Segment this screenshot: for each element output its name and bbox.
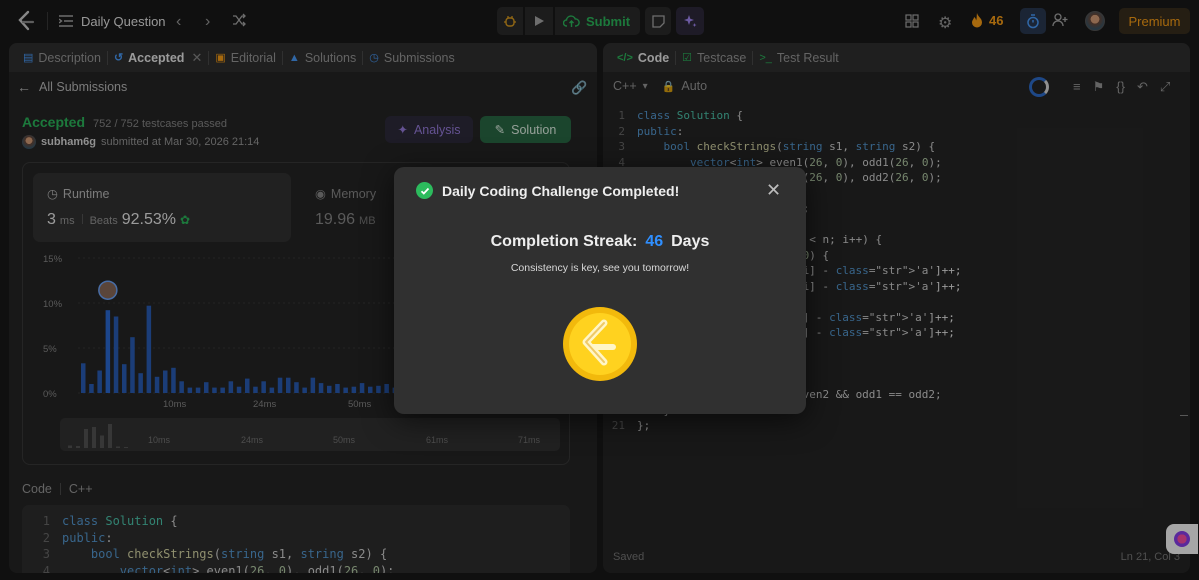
check-circle-icon xyxy=(416,182,433,199)
streak-unit: Days xyxy=(671,233,710,250)
streak-line: Completion Streak: 46 Days xyxy=(394,233,806,251)
challenge-complete-modal: Daily Coding Challenge Completed! ✕ Comp… xyxy=(394,167,806,414)
gold-coin-icon xyxy=(562,306,638,382)
streak-value: 46 xyxy=(645,233,664,250)
streak-label: Completion Streak: xyxy=(490,233,638,250)
close-icon[interactable]: ✕ xyxy=(766,180,781,201)
modal-message: Consistency is key, see you tomorrow! xyxy=(510,262,690,274)
modal-title: Daily Coding Challenge Completed! xyxy=(442,183,680,199)
